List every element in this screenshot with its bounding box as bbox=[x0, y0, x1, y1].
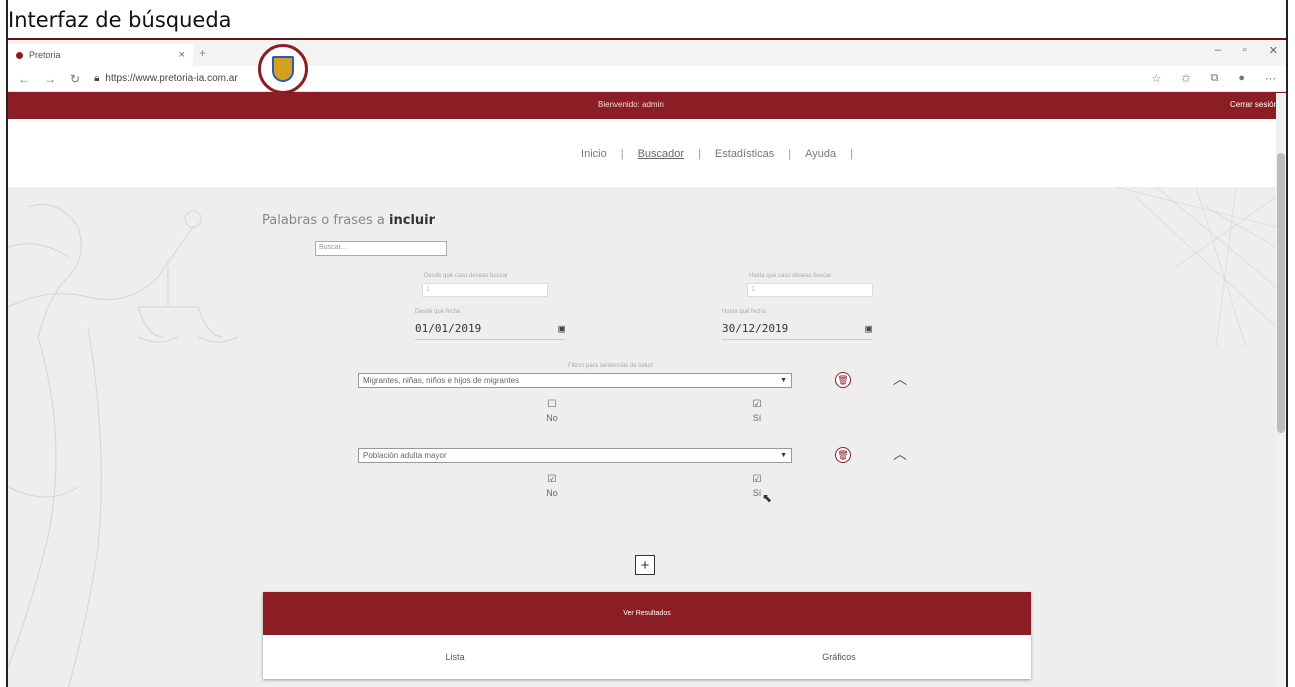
results-panel: Ver Resultados Lista Gráficos bbox=[263, 592, 1031, 679]
date-from-label: Desde qué fecha bbox=[415, 309, 461, 315]
favicon-icon bbox=[16, 51, 23, 59]
add-filter-button[interactable]: + bbox=[635, 555, 655, 575]
minimize-icon[interactable]: – bbox=[1215, 44, 1221, 57]
delete-filter-1-icon[interactable]: 🗑︎ bbox=[835, 372, 851, 388]
nav-item-ayuda[interactable]: Ayuda bbox=[805, 148, 836, 160]
results-list-option[interactable]: Lista bbox=[263, 652, 647, 662]
filter-select-1-value: Migrantes, niñas, niños e hijos de migra… bbox=[363, 376, 520, 385]
browser-toolbar-icons: ☆ ✩ ⧉ ● ⋯ bbox=[1151, 72, 1276, 85]
window-controls: – ▫ ✕ bbox=[1215, 44, 1278, 57]
date-to-field[interactable]: 30/12/2019 ▣ bbox=[722, 318, 872, 340]
case-to-input[interactable]: 1 bbox=[747, 283, 873, 297]
collections-icon[interactable]: ⧉ bbox=[1210, 72, 1218, 85]
new-tab-button[interactable]: + bbox=[199, 46, 206, 60]
date-from-value: 01/01/2019 bbox=[415, 322, 482, 335]
nav-separator: | bbox=[698, 148, 701, 160]
back-icon[interactable]: ← bbox=[18, 72, 30, 86]
date-from-field[interactable]: 01/01/2019 ▣ bbox=[415, 318, 565, 340]
tab-bar: Pretoria × + – ▫ ✕ bbox=[8, 40, 1286, 66]
site-header: Bienvenido: admin Cerrar sesión bbox=[8, 92, 1286, 119]
url-field[interactable]: 🔒︎ https://www.pretoria-ia.com.ar bbox=[94, 73, 238, 84]
search-input[interactable]: Buscar... bbox=[315, 241, 447, 256]
nav-item-buscador[interactable]: Buscador bbox=[638, 148, 684, 160]
date-to-label: Hasta qué fecha bbox=[722, 309, 766, 315]
calendar-icon[interactable]: ▣ bbox=[865, 322, 872, 335]
mouse-cursor-icon: ⬉ bbox=[762, 491, 773, 505]
browser-tab[interactable]: Pretoria × bbox=[8, 44, 193, 66]
case-from-input[interactable]: 1 bbox=[422, 283, 548, 297]
nav-item-inicio[interactable]: Inicio bbox=[581, 148, 607, 160]
more-icon[interactable]: ⋯ bbox=[1265, 72, 1276, 85]
profile-icon[interactable]: ● bbox=[1238, 72, 1245, 85]
nav-item-estadisticas[interactable]: Estadísticas bbox=[715, 148, 774, 160]
collapse-filter-2-icon[interactable]: ︿ bbox=[893, 444, 907, 464]
search-heading: Palabras o frases a incluir bbox=[262, 213, 435, 228]
filters-title: Filtros para sentencias de salud bbox=[568, 363, 653, 369]
filter-2-si-checkbox[interactable]: ☑ bbox=[742, 474, 772, 485]
case-to-label: Hasta qué caso deseas buscar bbox=[749, 273, 832, 279]
decorative-lines bbox=[1116, 187, 1276, 347]
page-scrollbar[interactable] bbox=[1276, 93, 1286, 687]
nav-separator: | bbox=[620, 148, 624, 160]
nav-separator: | bbox=[788, 148, 792, 160]
filter-select-1[interactable]: Migrantes, niñas, niños e hijos de migra… bbox=[358, 373, 792, 388]
favorites-icon[interactable]: ✩ bbox=[1181, 72, 1190, 85]
lady-justice-illustration bbox=[8, 203, 239, 687]
filter-2-no-label: No bbox=[546, 488, 558, 498]
close-tab-icon[interactable]: × bbox=[179, 49, 185, 61]
bookmark-icon[interactable]: ☆ bbox=[1151, 72, 1161, 85]
chevron-down-icon: ▼ bbox=[780, 452, 787, 459]
url-text: https://www.pretoria-ia.com.ar bbox=[105, 73, 238, 84]
results-options: Lista Gráficos bbox=[263, 635, 1031, 679]
browser-window: Pretoria × + – ▫ ✕ ← → ↻ 🔒︎ https://www.… bbox=[8, 38, 1286, 687]
refresh-icon[interactable]: ↻ bbox=[70, 72, 80, 86]
forward-icon[interactable]: → bbox=[44, 72, 56, 86]
address-bar: ← → ↻ 🔒︎ https://www.pretoria-ia.com.ar … bbox=[8, 66, 1286, 92]
chevron-down-icon: ▼ bbox=[780, 377, 787, 384]
slide-title: Interfaz de búsqueda bbox=[8, 8, 232, 32]
maximize-icon[interactable]: ▫ bbox=[1243, 44, 1247, 57]
crest-icon bbox=[272, 56, 294, 82]
calendar-icon[interactable]: ▣ bbox=[558, 322, 565, 335]
search-page: Palabras o frases a incluir Buscar... De… bbox=[8, 187, 1276, 687]
heading-bold: incluir bbox=[389, 213, 436, 228]
scrollbar-thumb[interactable] bbox=[1277, 153, 1285, 433]
tab-label: Pretoria bbox=[29, 50, 61, 60]
filter-1-si-label: Sí bbox=[752, 413, 762, 423]
delete-filter-2-icon[interactable]: 🗑︎ bbox=[835, 447, 851, 463]
collapse-filter-1-icon[interactable]: ︿ bbox=[893, 369, 907, 389]
heading-prefix: Palabras o frases a bbox=[262, 213, 390, 228]
nav-separator: | bbox=[850, 148, 853, 160]
filter-1-no-checkbox[interactable]: ☐ bbox=[537, 399, 567, 410]
results-charts-option[interactable]: Gráficos bbox=[647, 652, 1031, 662]
filter-2-no-checkbox[interactable]: ☑ bbox=[537, 474, 567, 485]
filter-select-2[interactable]: Población adulta mayor ▼ bbox=[358, 448, 792, 463]
close-window-icon[interactable]: ✕ bbox=[1269, 44, 1278, 57]
case-from-label: Desde qué caso deseas buscar bbox=[424, 273, 509, 279]
filter-select-2-value: Población adulta mayor bbox=[363, 451, 447, 460]
logout-link[interactable]: Cerrar sesión bbox=[1230, 100, 1278, 109]
main-nav: Inicio | Buscador | Estadísticas | Ayuda… bbox=[8, 121, 1276, 187]
date-to-value: 30/12/2019 bbox=[722, 322, 789, 335]
filter-1-no-label: No bbox=[546, 413, 558, 423]
filter-1-si-checkbox[interactable]: ☑ bbox=[742, 399, 772, 410]
site-logo[interactable] bbox=[258, 44, 308, 94]
view-results-button[interactable]: Ver Resultados bbox=[263, 592, 1031, 635]
lock-icon: 🔒︎ bbox=[94, 73, 100, 84]
welcome-text: Bienvenido: admin bbox=[598, 100, 664, 109]
